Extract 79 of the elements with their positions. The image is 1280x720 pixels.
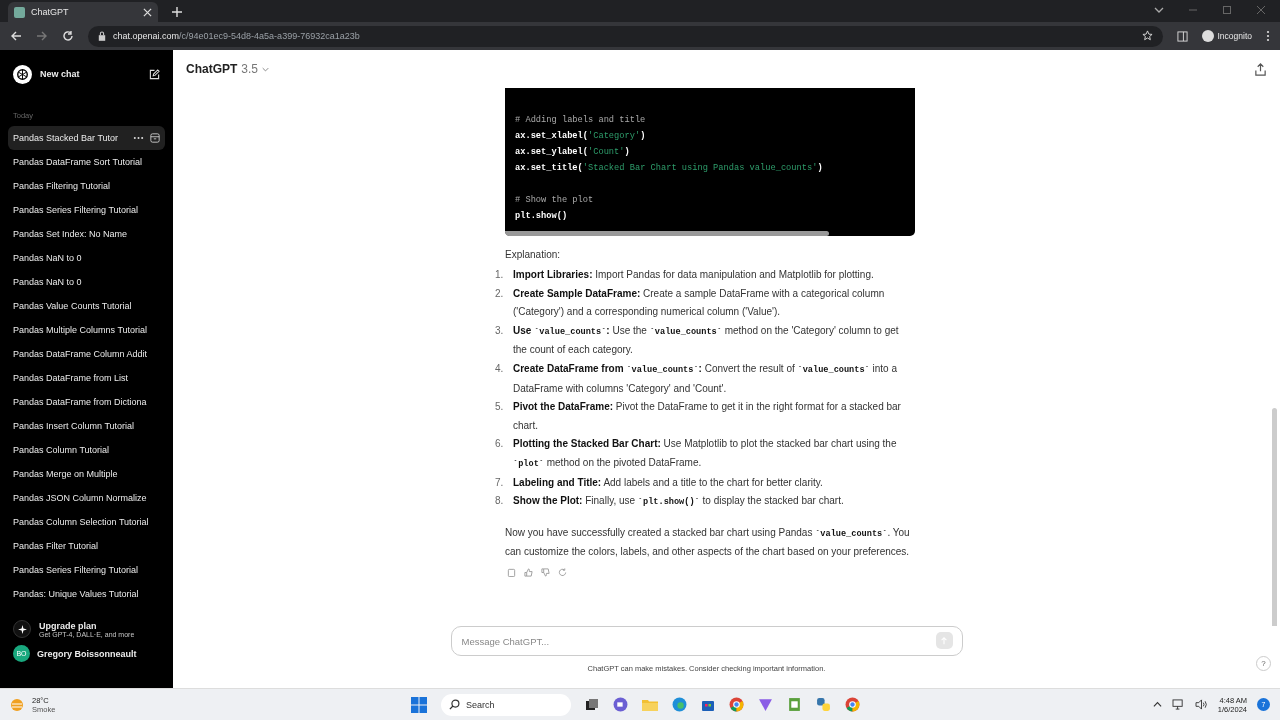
list-item-text: Create Sample DataFrame: Create a sample DataFrame with a categorical column ('Category') and a corresponding numerical column ('Value'). <box>512 286 886 320</box>
chatgpt-logo-icon <box>13 64 32 84</box>
chat-history-item[interactable]: Pandas Multiple Columns Tutorial <box>8 318 165 342</box>
regenerate-icon[interactable] <box>558 567 567 577</box>
chevron-icon[interactable] <box>1154 5 1164 15</box>
new-tab-icon[interactable] <box>172 7 182 17</box>
list-item-text: Labeling and Title: Add labels and a title to the chart for better clarity. <box>512 475 824 490</box>
archive-icon[interactable] <box>150 133 160 143</box>
chevron-up-icon[interactable] <box>1152 700 1162 709</box>
message-input[interactable]: Message ChatGPT... <box>450 626 963 656</box>
sparkle-icon <box>13 620 31 638</box>
chat-history-item[interactable]: Pandas Column Tutorial <box>8 438 165 462</box>
chatgpt-icon <box>14 6 25 18</box>
chevron-icon <box>262 65 270 73</box>
model-selector[interactable]: ChatGPT 3.5 <box>186 62 270 76</box>
lock-icon <box>98 31 106 41</box>
chat-history-item[interactable]: Pandas Filter Tutorial <box>8 534 165 558</box>
code-line: ax.set_xlabel('Category') <box>515 130 647 143</box>
maximize-icon[interactable] <box>1222 5 1232 15</box>
copy-icon[interactable] <box>507 567 516 577</box>
chat-history-item[interactable]: Pandas: Unique Values Tutorial <box>8 582 165 606</box>
back-icon[interactable] <box>10 30 22 42</box>
forward-icon[interactable] <box>36 30 48 42</box>
chat-history-item[interactable]: Pandas Value Counts Tutorial <box>8 294 165 318</box>
list-item-text: Plotting the Stacked Bar Chart: Use Matplotlib to plot the stacked bar chart using the `plot` method on the pivoted DataFrame. <box>512 437 898 471</box>
share-icon[interactable] <box>1254 62 1267 76</box>
thumbs-up-icon[interactable] <box>524 567 533 577</box>
triangle-app-icon[interactable] <box>758 697 773 712</box>
chat-history-item[interactable]: Pandas DataFrame Column Addit <box>8 342 165 366</box>
address-field[interactable]: chat.openai.com/c/94e01ec9-54d8-4a5a-a399-76932ca1a23b <box>88 25 1163 47</box>
edit-icon[interactable] <box>149 68 160 80</box>
chat-history-item[interactable]: Pandas JSON Column Normalize <box>8 486 165 510</box>
reload-icon[interactable] <box>62 30 74 42</box>
network-icon[interactable] <box>1171 699 1185 710</box>
notepad-icon[interactable] <box>787 697 802 712</box>
chrome-icon[interactable] <box>729 697 744 712</box>
code-line: # Adding labels and title <box>515 114 647 127</box>
chrome-icon[interactable] <box>845 697 860 712</box>
sidebar-icon[interactable] <box>1176 30 1188 42</box>
chat-history-item[interactable]: Pandas Series Filtering Tutorial <box>8 198 165 222</box>
user-name[interactable]: Gregory Boissonneault <box>37 648 137 659</box>
code-line: ax.set_title('Stacked Bar Chart using Pandas value_counts') <box>515 162 824 175</box>
task-view-icon[interactable] <box>585 697 599 712</box>
chat-history-item[interactable]: Pandas Column Selection Tutorial <box>8 510 165 534</box>
thumbs-down-icon[interactable] <box>541 567 550 577</box>
chat-history-item[interactable]: Pandas Set Index: No Name <box>8 222 165 246</box>
chat-history-item[interactable]: Pandas Insert Column Tutorial <box>8 414 165 438</box>
scrollbar[interactable] <box>1272 408 1277 626</box>
chat-icon[interactable] <box>613 697 628 712</box>
star-icon[interactable] <box>1141 30 1153 41</box>
chat-history-item[interactable]: Pandas Stacked Bar Tutor <box>8 126 165 150</box>
code-line: # Show the plot <box>515 194 595 207</box>
speaker-icon[interactable] <box>1194 699 1208 710</box>
more-icon[interactable] <box>133 136 144 140</box>
incognito-icon <box>1201 30 1214 42</box>
chat-history-item[interactable]: Pandas Series Filtering Tutorial <box>8 558 165 582</box>
taskbar-search[interactable]: Search <box>441 693 571 716</box>
chat-history-item[interactable]: Pandas Merge on Multiple <box>8 462 165 486</box>
incognito-badge[interactable]: Incognito <box>1201 30 1252 42</box>
scrollbar[interactable] <box>505 231 829 236</box>
arrow-up-icon <box>940 636 948 645</box>
upgrade-title: Upgrade plan <box>39 620 97 631</box>
list-item-text: Pivot the DataFrame: Pivot the DataFrame to get it in the right format for a stacked bar chart. <box>512 400 902 433</box>
more-icon[interactable] <box>1266 30 1270 42</box>
code-line: ax.set_ylabel('Count') <box>515 146 631 159</box>
chat-history-item[interactable]: Pandas DataFrame from Dictiona <box>8 390 165 414</box>
chat-history-item[interactable]: Pandas DataFrame from List <box>8 366 165 390</box>
chat-history-item[interactable]: Pandas NaN to 0 <box>8 270 165 294</box>
chat-history-item[interactable]: Pandas NaN to 0 <box>8 246 165 270</box>
browser-tab[interactable]: ChatGPT <box>8 2 158 22</box>
code-line: plt.show() <box>515 210 569 223</box>
list-item-text: Import Libraries: Import Pandas for data manipulation and Matplotlib for plotting. <box>512 268 875 282</box>
chat-history-item[interactable]: Pandas DataFrame Sort Tutorial <box>8 150 165 174</box>
list-item-text: Show the Plot: Finally, use `plt.show()` to display the stacked bar chart. <box>512 494 845 510</box>
explanation-heading: Explanation: <box>505 249 562 260</box>
new-chat-button[interactable]: New chat <box>8 59 165 89</box>
search-icon <box>449 699 460 710</box>
windows-start-icon[interactable] <box>411 696 427 713</box>
chat-history-item[interactable]: Pandas Filtering Tutorial <box>8 174 165 198</box>
